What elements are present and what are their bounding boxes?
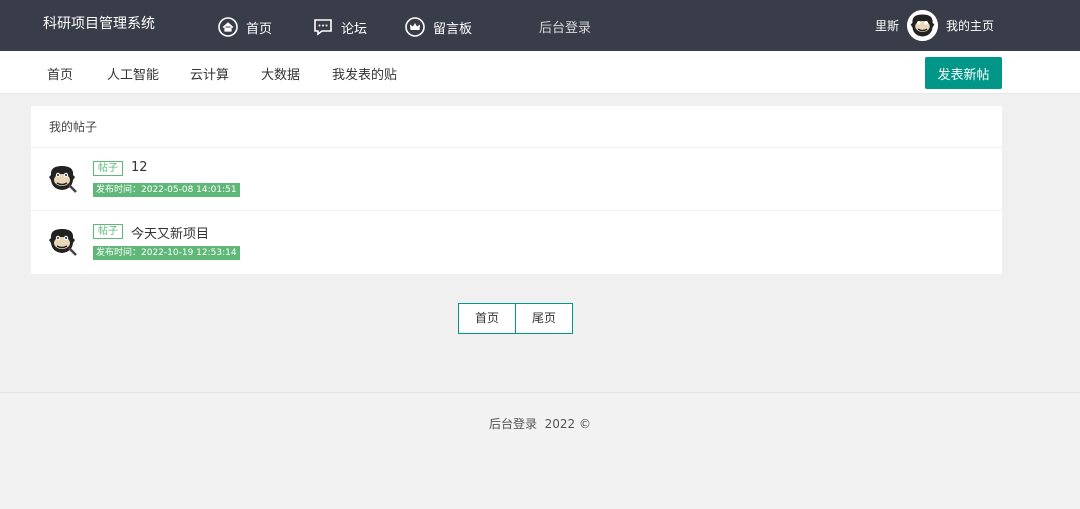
subnav-ai[interactable]: 人工智能 — [107, 64, 159, 83]
topnav-guestbook-label: 留言板 — [433, 21, 473, 37]
footer: 后台登录 2022 © — [0, 392, 1080, 509]
list-item[interactable]: 帖子 12 发布时间：2022-05-08 14:01:51 — [31, 148, 1002, 211]
topnav-home-label: 首页 — [246, 21, 273, 37]
crown-icon — [405, 17, 425, 37]
top-header: 科研项目管理系统 首页 论坛 留言板 后台登录 里斯 我的主页 — [0, 0, 1080, 51]
user-area: 里斯 我的主页 — [875, 10, 994, 41]
home-icon — [218, 17, 238, 37]
topnav-forum-label: 论坛 — [341, 21, 368, 37]
post-time-badge: 发布时间：2022-05-08 14:01:51 — [93, 183, 240, 197]
user-name[interactable]: 里斯 — [875, 17, 899, 34]
subnav-cloud[interactable]: 云计算 — [190, 64, 229, 83]
topnav-admin-login-label: 后台登录 — [539, 21, 592, 36]
monkey-avatar-icon — [49, 166, 77, 193]
category-nav: 首页 人工智能 云计算 大数据 我发表的贴 发表新帖 — [0, 51, 1080, 94]
monkey-avatar-icon[interactable] — [906, 10, 938, 41]
my-homepage-link[interactable]: 我的主页 — [946, 17, 994, 34]
first-page-button[interactable]: 首页 — [458, 303, 516, 334]
post-title[interactable]: 今天又新项目 — [131, 223, 209, 242]
subnav-bigdata[interactable]: 大数据 — [261, 64, 300, 83]
topnav-forum[interactable]: 论坛 — [313, 17, 367, 37]
post-type-badge: 帖子 — [93, 161, 123, 176]
topnav-guestbook[interactable]: 留言板 — [405, 17, 472, 37]
footer-text: 后台登录 2022 © — [489, 417, 591, 431]
last-page-button[interactable]: 尾页 — [515, 303, 573, 334]
post-time-badge: 发布时间：2022-10-19 12:53:14 — [93, 246, 240, 260]
panel-title: 我的帖子 — [31, 106, 1002, 148]
pagination: 首页 尾页 — [458, 303, 573, 334]
topnav-admin-login[interactable]: 后台登录 — [539, 17, 591, 36]
app-title: 科研项目管理系统 — [43, 16, 155, 32]
chat-icon — [314, 19, 332, 36]
post-title[interactable]: 12 — [131, 160, 148, 175]
monkey-avatar-icon — [49, 229, 77, 256]
subnav-home[interactable]: 首页 — [47, 64, 73, 83]
list-item[interactable]: 帖子 今天又新项目 发布时间：2022-10-19 12:53:14 — [31, 211, 1002, 274]
post-type-badge: 帖子 — [93, 224, 123, 239]
my-posts-panel: 我的帖子 帖子 12 发布时间：2022-05-08 14:01:51 帖子 今… — [31, 106, 1002, 274]
subnav-my-posts[interactable]: 我发表的贴 — [332, 64, 397, 83]
new-post-button[interactable]: 发表新帖 — [925, 57, 1002, 89]
topnav-home[interactable]: 首页 — [218, 17, 272, 37]
